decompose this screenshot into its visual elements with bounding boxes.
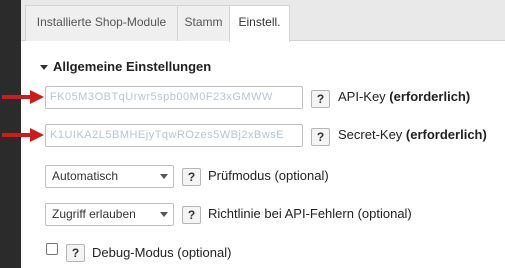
debug-mode-label: Debug-Modus (optional) xyxy=(92,245,232,260)
secret-key-input[interactable]: K1UIKA2L5BMHEjyTqwROzes5WBj2xBwsE xyxy=(45,124,303,147)
red-arrow-icon xyxy=(2,90,44,104)
tab-installierte-shop-module[interactable]: Installierte Shop-Module xyxy=(25,5,178,41)
secret-key-value: K1UIKA2L5BMHEjyTqwROzes5WBj2xBwsE xyxy=(50,129,285,141)
tab-bar: Installierte Shop-Module Stamm Einstell. xyxy=(21,0,505,42)
section-title[interactable]: Allgemeine Einstellungen xyxy=(53,59,211,74)
collapse-caret-icon[interactable] xyxy=(40,65,48,70)
help-button-api-key[interactable]: ? xyxy=(311,90,330,108)
help-button-richtlinie[interactable]: ? xyxy=(182,206,201,224)
secret-key-label: Secret-Key (erforderlich) xyxy=(338,127,487,142)
tab-stamm[interactable]: Stamm xyxy=(177,5,230,41)
pruefmodus-label: Prüfmodus (optional) xyxy=(208,168,329,183)
api-key-label: API-Key (erforderlich) xyxy=(338,89,471,104)
help-button-debug[interactable]: ? xyxy=(66,244,85,262)
chevron-down-icon xyxy=(160,212,168,217)
red-arrow-icon xyxy=(2,128,44,142)
tab-label: Stamm xyxy=(184,15,223,29)
pruefmodus-select[interactable]: Automatisch xyxy=(45,165,174,188)
richtlinie-label: Richtlinie bei API-Fehlern (optional) xyxy=(208,206,412,221)
chevron-down-icon xyxy=(160,174,168,179)
help-button-secret-key[interactable]: ? xyxy=(311,128,330,146)
richtlinie-select[interactable]: Zugriff erlauben xyxy=(45,203,174,226)
debug-mode-checkbox[interactable] xyxy=(46,243,58,255)
api-key-input[interactable]: FK05M3OBTqUrwr5spb00M0F23xGMWW xyxy=(45,86,303,109)
tab-label: Einstell. xyxy=(238,15,281,29)
tab-label: Installierte Shop-Module xyxy=(36,15,167,29)
help-button-pruefmodus[interactable]: ? xyxy=(182,168,201,186)
api-key-value: FK05M3OBTqUrwr5spb00M0F23xGMWW xyxy=(50,91,273,103)
tab-einstellungen[interactable]: Einstell. xyxy=(229,5,290,42)
